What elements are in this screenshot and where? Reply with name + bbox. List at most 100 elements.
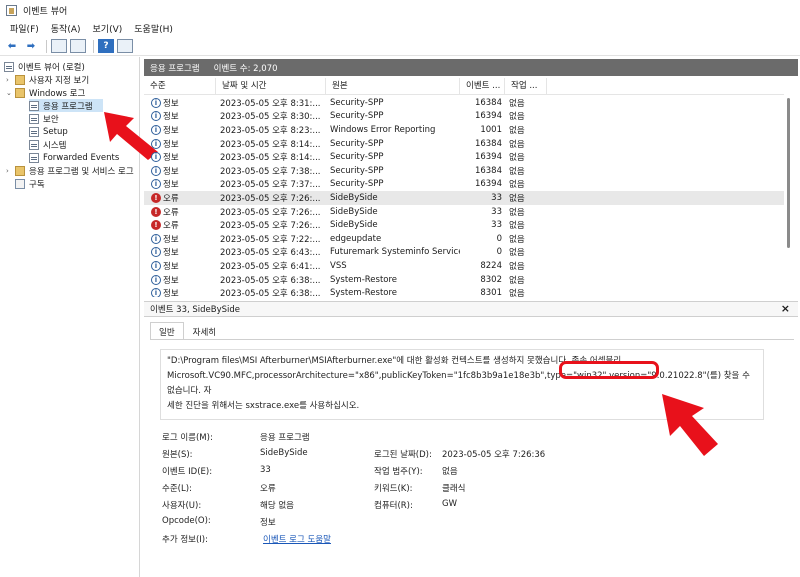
prop-label: 사용자(U): [162,501,202,511]
table-row[interactable]: ! 오류 2023-05-05 오후 7:26:... SideBySide 33 없음 [144,191,784,205]
row-level: 정보 [163,112,179,123]
table-row[interactable]: i 정보 2023-05-05 오후 7:38:... Security-SPP 163… [144,164,784,178]
list-title: 응용 프로그램 [150,63,200,74]
row-task: 없음 [509,153,525,164]
scrollbar-thumb[interactable] [787,98,790,248]
table-row[interactable]: i 정보 2023-05-05 오후 7:37:... Security-SPP 163… [144,178,784,192]
tree-node-application[interactable]: 응용 프로그램 [29,99,103,112]
menu-view[interactable]: 보기(V) [87,22,129,35]
annotation-highlight-version [559,361,659,379]
info-icon: i [151,260,161,271]
expand-chevron-icon[interactable]: › [6,76,15,84]
table-row[interactable]: i 정보 2023-05-05 오후 8:14:... Security-SPP 163… [144,137,784,151]
table-row[interactable]: i 정보 2023-05-05 오후 6:43:... Futuremark Syst… [144,246,784,260]
table-row[interactable]: i 정보 2023-05-05 오후 8:23:... Windows Error R… [144,123,784,137]
close-icon[interactable]: × [781,302,790,315]
table-row[interactable]: i 정보 2023-05-05 오후 8:14:... Security-SPP 163… [144,150,784,164]
row-event-id: 16384 [474,138,502,149]
column-source[interactable]: 원본 [326,78,460,94]
info-icon: i [151,233,161,244]
row-source: Security-SPP [330,138,384,149]
expand-chevron-icon[interactable]: › [6,167,15,175]
folder-icon [15,165,25,176]
help-icon[interactable]: ? [98,39,114,53]
row-task: 없음 [509,221,525,232]
description-line: "D:\Program files\MSI Afterburner\MSIAft… [167,356,622,366]
row-source: Security-SPP [330,152,384,163]
table-row[interactable]: i 정보 2023-05-05 오후 7:22:... edgeupdate 0 없음 [144,232,784,246]
row-date: 2023-05-05 오후 7:26:... [220,207,321,218]
row-source: SideBySide [330,192,378,203]
back-arrow-icon[interactable]: ⬅ [4,39,20,53]
table-row[interactable]: ! 오류 2023-05-05 오후 7:26:... SideBySide 33 없음 [144,218,784,232]
row-level-cell: ! 오류 [144,219,216,231]
table-row[interactable]: i 정보 2023-05-05 오후 6:38:... System-Restore 8… [144,286,784,297]
column-date[interactable]: 날짜 및 시간 [216,78,326,94]
tree-node-security[interactable]: 보안 [29,112,59,125]
column-task[interactable]: 작업 ... [505,78,547,94]
up-folder-icon[interactable] [51,39,67,53]
toolbar-divider [93,39,94,53]
properties-icon[interactable] [117,39,133,53]
row-date: 2023-05-05 오후 7:26:... [220,193,321,204]
row-date: 2023-05-05 오후 6:43:... [220,248,321,259]
prop-label: 키워드(K): [374,484,413,494]
tab-divider [150,339,794,340]
menu-bar: 파일(F) 동작(A) 보기(V) 도움말(H) [0,20,800,37]
info-icon: i [151,152,161,163]
row-level: 정보 [163,180,179,191]
row-task: 없음 [509,166,525,177]
tree-node-subscriptions[interactable]: 구독 [15,177,45,190]
prop-label: 추가 정보(I): [162,535,208,545]
table-row[interactable]: ! 오류 2023-05-05 오후 7:26:... SideBySide 33 없음 [144,205,784,219]
row-event-id: 8301 [480,288,502,297]
tree-node-windows-logs[interactable]: ⌄ Windows 로그 [6,86,85,99]
log-icon [29,139,39,150]
menu-file[interactable]: 파일(F) [4,22,45,35]
prop-event-id: 33 [260,465,271,475]
window-title: 이벤트 뷰어 [23,6,68,17]
row-date: 2023-05-05 오후 7:26:... [220,221,321,232]
row-task: 없음 [509,98,525,109]
prop-source: SideBySide [260,448,308,458]
title-bar: 이벤트 뷰어 [0,0,800,20]
column-level[interactable]: 수준 [144,78,216,94]
tree-node-label: 응용 프로그램 [43,101,93,112]
info-icon: i [151,97,161,108]
tree-node-system[interactable]: 시스템 [29,138,66,151]
menu-action[interactable]: 동작(A) [45,22,87,35]
menu-help[interactable]: 도움말(H) [128,22,179,35]
forward-arrow-icon[interactable]: ➡ [23,39,39,53]
tab-details[interactable]: 자세히 [184,322,225,340]
tree-node-custom-views[interactable]: › 사용자 지정 보기 [6,73,89,86]
tab-general[interactable]: 일반 [150,322,184,340]
tree-node-setup[interactable]: Setup [29,125,68,138]
event-log-help-link[interactable]: 이벤트 로그 도움말 [263,533,331,545]
row-level: 오류 [163,193,179,204]
column-event-id[interactable]: 이벤트 ... [460,78,505,94]
row-event-id: 33 [491,206,502,217]
row-date: 2023-05-05 오후 8:14:... [220,139,321,150]
event-count: 이벤트 수: 2,070 [213,63,278,74]
table-row[interactable]: i 정보 2023-05-05 오후 6:38:... System-Restore 8… [144,273,784,287]
toolbar-divider [46,39,47,53]
row-source: Security-SPP [330,97,384,108]
row-level: 오류 [163,221,179,232]
row-date: 2023-05-05 오후 8:31:... [220,98,321,109]
row-task: 없음 [509,112,525,123]
table-row[interactable]: i 정보 2023-05-05 오후 8:31:... Security-SPP 163… [144,96,784,110]
row-task: 없음 [509,207,525,218]
prop-label: Opcode(O): [162,516,211,526]
tree-node-root[interactable]: 이벤트 뷰어 (로컬) [4,60,85,73]
row-source: Security-SPP [330,179,384,190]
prop-keywords: 클래식 [442,484,466,494]
console-tree-icon[interactable] [70,39,86,53]
table-row[interactable]: i 정보 2023-05-05 오후 6:41:... VSS 8224 없음 [144,259,784,273]
collapse-chevron-icon[interactable]: ⌄ [6,89,15,97]
list-scrollbar[interactable] [785,92,793,292]
log-icon [29,100,39,111]
row-event-id: 16394 [474,152,502,163]
event-viewer-icon [4,61,14,72]
table-row[interactable]: i 정보 2023-05-05 오후 8:30:... Security-SPP 163… [144,110,784,124]
tree-node-apps-services-logs[interactable]: › 응용 프로그램 및 서비스 로그 [6,164,140,177]
